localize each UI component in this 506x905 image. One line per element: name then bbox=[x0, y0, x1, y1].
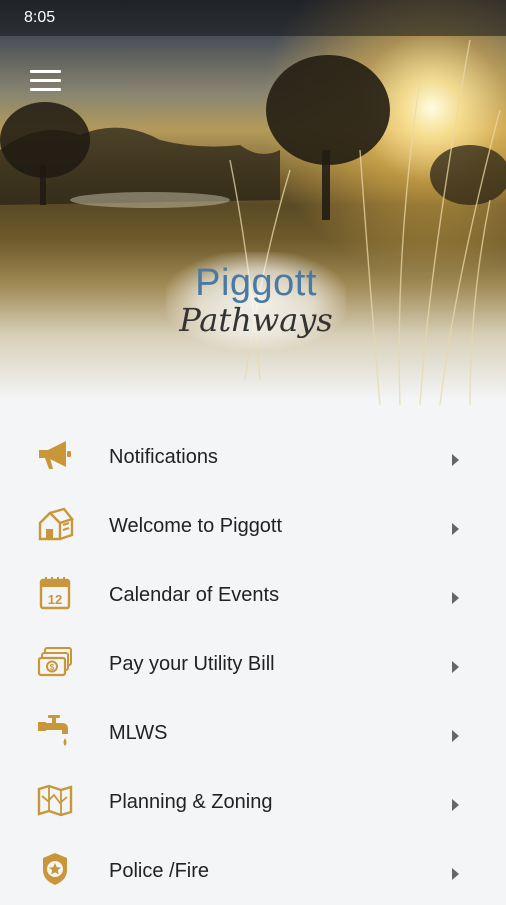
calendar-icon: 12 bbox=[39, 577, 71, 610]
house-icon bbox=[38, 507, 74, 541]
menu-label: Notifications bbox=[109, 446, 218, 468]
chevron-right-icon bbox=[452, 661, 459, 673]
hamburger-icon bbox=[30, 70, 61, 73]
svg-text:$: $ bbox=[50, 663, 55, 672]
menu-label: Police /Fire bbox=[109, 860, 210, 882]
menu-item-mlws[interactable]: MLWS bbox=[0, 698, 506, 767]
menu-item-police-fire[interactable]: Police /Fire bbox=[0, 836, 506, 905]
status-time: 8:05 bbox=[24, 9, 56, 26]
menu-item-welcome[interactable]: Welcome to Piggott bbox=[0, 491, 506, 560]
menu-label: Calendar of Events bbox=[109, 584, 280, 606]
megaphone-icon bbox=[39, 441, 71, 469]
main-menu: Notifications Welcome to Piggott 12 Cale… bbox=[0, 422, 506, 905]
status-bar: 8:05 bbox=[0, 0, 506, 36]
chevron-right-icon bbox=[452, 730, 459, 742]
svg-text:12: 12 bbox=[48, 592, 62, 607]
menu-label: MLWS bbox=[109, 722, 168, 744]
header-banner: 8:05 Piggott Pathways bbox=[0, 0, 506, 405]
hamburger-icon-line bbox=[30, 79, 61, 82]
app-logo: Piggott Pathways bbox=[166, 252, 346, 350]
menu-label: Planning & Zoning bbox=[109, 791, 273, 813]
logo-title: Piggott bbox=[195, 262, 317, 304]
money-icon: $ bbox=[37, 647, 72, 677]
map-icon bbox=[37, 784, 73, 817]
menu-item-calendar[interactable]: 12 Calendar of Events bbox=[0, 560, 506, 629]
chevron-right-icon bbox=[452, 799, 459, 811]
badge-icon bbox=[43, 853, 67, 885]
chevron-right-icon bbox=[452, 454, 459, 466]
chevron-right-icon bbox=[452, 592, 459, 604]
menu-label: Pay your Utility Bill bbox=[109, 653, 275, 675]
hamburger-menu-button[interactable] bbox=[30, 70, 62, 92]
logo-subtitle: Pathways bbox=[179, 301, 333, 339]
menu-item-utility-bill[interactable]: $ Pay your Utility Bill bbox=[0, 629, 506, 698]
hamburger-icon-line bbox=[30, 88, 61, 91]
menu-item-planning-zoning[interactable]: Planning & Zoning bbox=[0, 767, 506, 836]
chevron-right-icon bbox=[452, 868, 459, 880]
menu-label: Welcome to Piggott bbox=[109, 515, 283, 537]
menu-item-notifications[interactable]: Notifications bbox=[0, 422, 506, 491]
faucet-icon bbox=[38, 715, 68, 746]
chevron-right-icon bbox=[452, 523, 459, 535]
